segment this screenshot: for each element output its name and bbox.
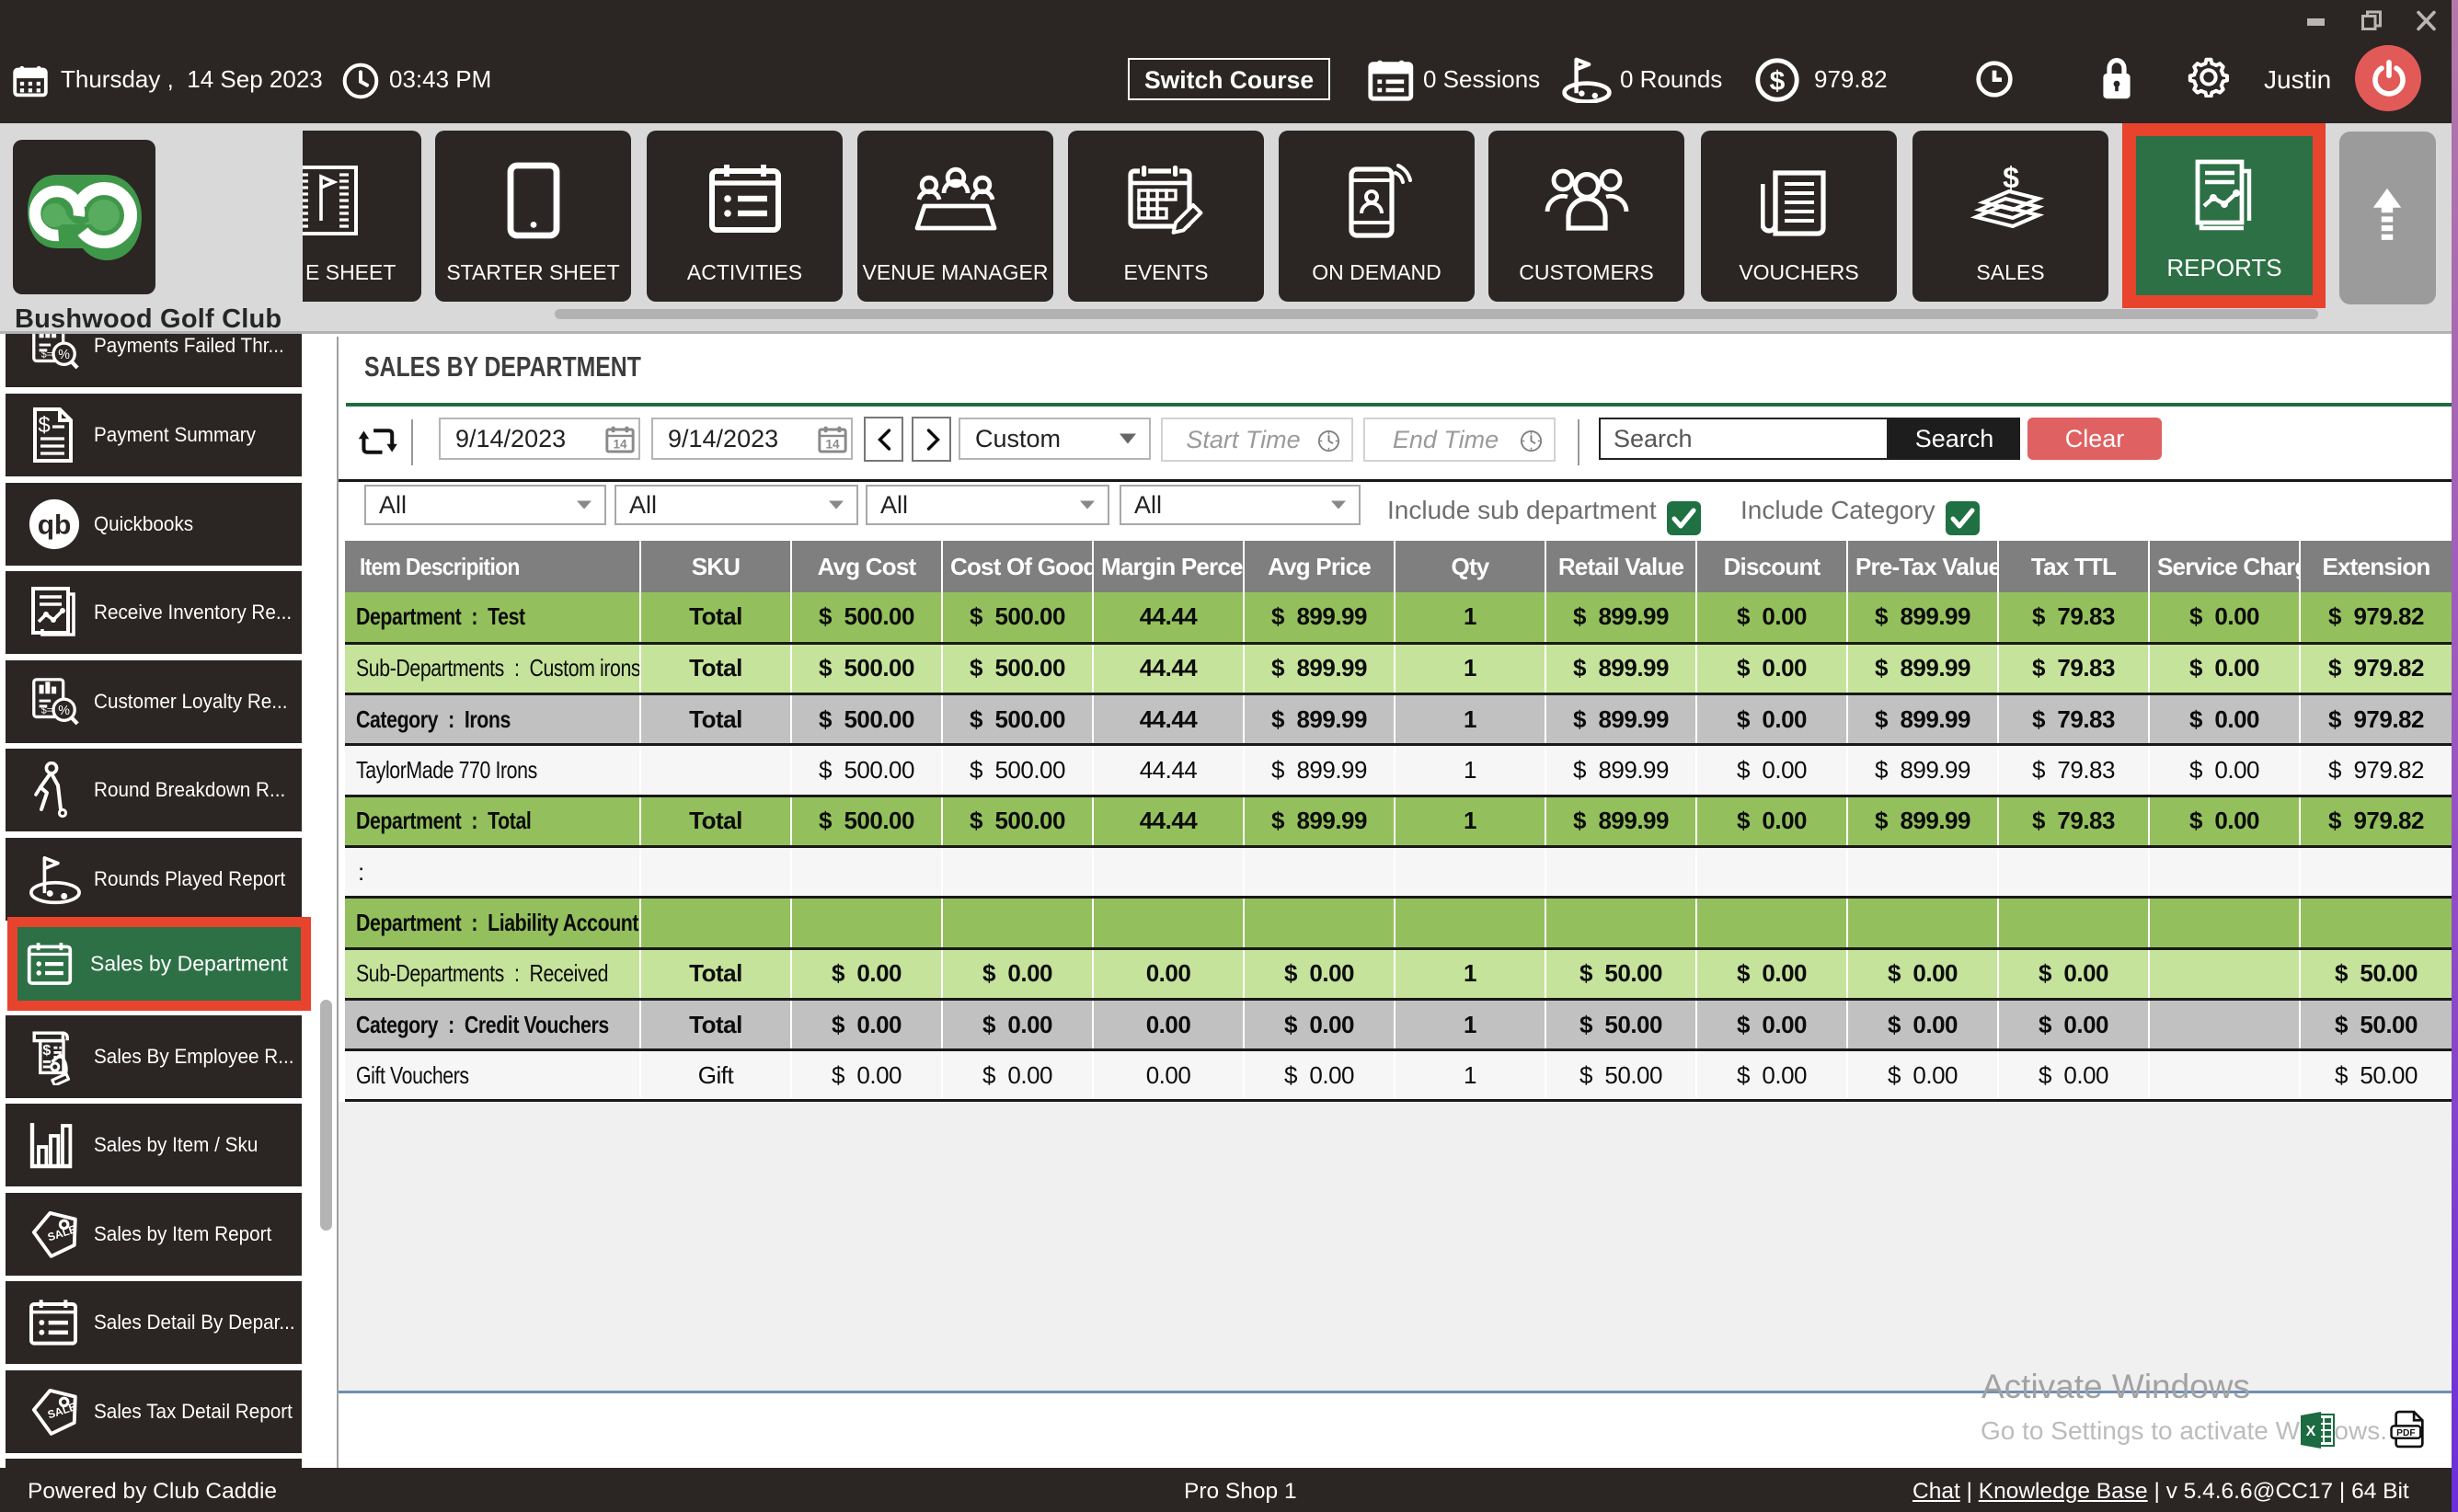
svg-text:X: X	[2306, 1424, 2316, 1439]
svg-text:14: 14	[825, 437, 840, 451]
svg-text:$: $	[42, 1043, 51, 1059]
svg-text:$: $	[2003, 162, 2019, 194]
svg-text:%: %	[58, 348, 70, 362]
svg-text:14: 14	[613, 437, 627, 451]
svg-text:%: %	[58, 703, 70, 717]
svg-text:$=: $=	[41, 349, 52, 361]
svg-text:qb: qb	[38, 510, 72, 540]
svg-text:$: $	[1770, 66, 1786, 97]
svg-text:PDF: PDF	[2396, 1428, 2415, 1438]
svg-text:$=: $=	[41, 704, 52, 716]
svg-text:$: $	[38, 413, 50, 438]
